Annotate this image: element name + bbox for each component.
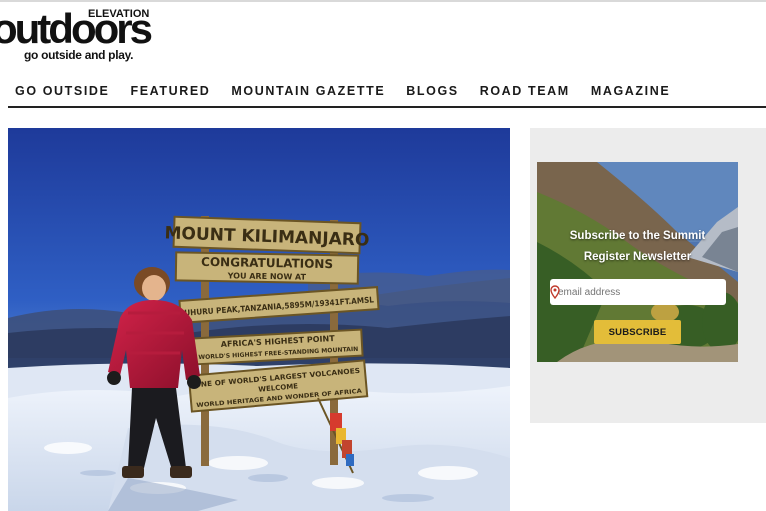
- location-pin-icon: [550, 285, 560, 299]
- newsletter-promo: Subscribe to the Summit Register Newslet…: [537, 162, 738, 362]
- logo-tagline: go outside and play.: [24, 48, 134, 62]
- top-divider: [0, 0, 766, 2]
- promo-title-line-1: Subscribe to the Summit: [569, 230, 706, 242]
- sign-line-3: YOU ARE NOW AT: [227, 271, 307, 281]
- site-logo[interactable]: ELEVATION outdoors go outside and play.: [0, 4, 153, 63]
- nav-divider: [8, 106, 766, 108]
- nav-item-magazine[interactable]: MAGAZINE: [591, 78, 670, 104]
- subscribe-button[interactable]: SUBSCRIBE: [594, 320, 681, 344]
- sign-line-2: CONGRATULATIONS: [201, 255, 333, 271]
- promo-title: Subscribe to the Summit Register Newslet…: [537, 226, 738, 268]
- email-input[interactable]: [550, 279, 700, 305]
- logo-wordmark: outdoors: [0, 5, 153, 52]
- email-field[interactable]: [550, 279, 726, 305]
- promo-title-line-2: Register Newsletter: [583, 251, 692, 263]
- sidebar: Subscribe to the Summit Register Newslet…: [530, 128, 766, 423]
- nav-item-blogs[interactable]: BLOGS: [406, 78, 458, 104]
- hero-photo[interactable]: MOUNT KILIMANJARO CONGRATULATIONS YOU AR…: [8, 128, 510, 511]
- nav-item-road-team[interactable]: ROAD TEAM: [480, 78, 570, 104]
- nav-item-mountain-gazette[interactable]: MOUNTAIN GAZETTE: [231, 78, 385, 104]
- main-nav: GO OUTSIDE FEATURED MOUNTAIN GAZETTE BLO…: [0, 78, 766, 108]
- nav-item-featured[interactable]: FEATURED: [130, 78, 210, 104]
- nav-item-go-outside[interactable]: GO OUTSIDE: [15, 78, 109, 104]
